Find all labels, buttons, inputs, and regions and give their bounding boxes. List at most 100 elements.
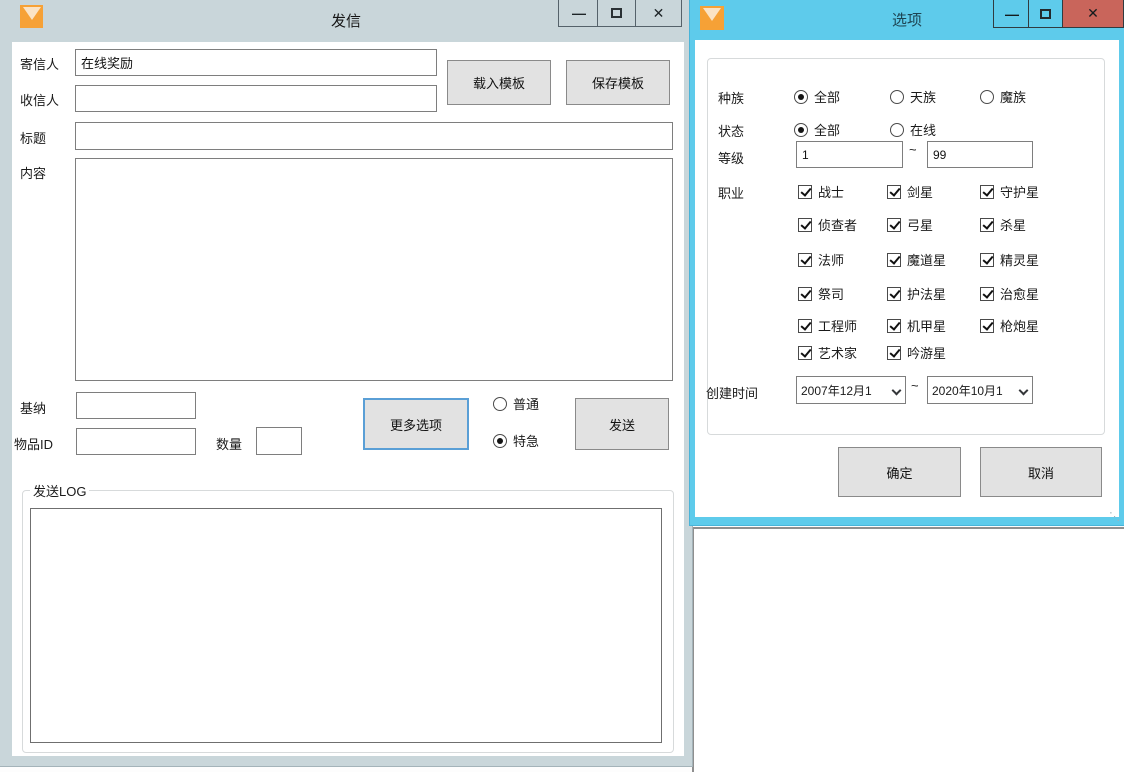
more-options-button[interactable]: 更多选项 [363,398,469,450]
content-label: 内容 [20,163,46,182]
radio-selected-icon [493,434,507,448]
class-label: 魔道星 [907,250,946,269]
maximize-button[interactable] [598,0,636,26]
send-mail-window: 发信 — ✕ 寄信人 收信人 载入模板 保存模板 标题 内容 [0,0,692,766]
maximize-icon [611,8,622,18]
class-label: 杀星 [1000,215,1026,234]
quantity-label: 数量 [216,434,242,453]
class-checkbox-mage[interactable]: 法师 [798,250,844,269]
content-textarea[interactable] [75,158,673,381]
class-checkbox-scout[interactable]: 侦查者 [798,215,857,234]
maximize-icon [1040,9,1051,19]
kinah-label: 基纳 [20,398,46,417]
radio-selected-icon [794,90,808,104]
class-label: 法师 [818,250,844,269]
item-id-input[interactable] [76,428,196,455]
quantity-input[interactable] [256,427,302,455]
item-id-label: 物品ID [14,434,53,453]
level-max-input[interactable] [927,141,1033,168]
race-elyos-radio[interactable]: 天族 [890,87,936,106]
checkbox-checked-icon [887,346,901,360]
class-checkbox-bard[interactable]: 吟游星 [887,343,946,362]
save-template-button[interactable]: 保存模板 [566,60,670,105]
level-range-separator: ~ [909,142,917,157]
resize-grip[interactable]: ⋱ [1109,512,1120,523]
checkbox-checked-icon [798,319,812,333]
send-window-titlebar[interactable]: 发信 — ✕ [0,0,692,42]
minimize-icon: — [1005,9,1017,19]
class-label: 治愈星 [1000,284,1039,303]
checkbox-checked-icon [798,185,812,199]
send-log-textarea[interactable] [30,508,662,743]
race-all-radio[interactable]: 全部 [794,87,840,106]
class-checkbox-assassin[interactable]: 杀星 [980,215,1026,234]
filters-groupbox [707,58,1105,435]
race-label: 种族 [718,88,744,107]
priority-normal-radio[interactable]: 普通 [493,394,539,413]
race-asmodian-radio[interactable]: 魔族 [980,87,1026,106]
send-button[interactable]: 发送 [575,398,669,450]
close-button[interactable]: ✕ [636,0,681,26]
load-template-button[interactable]: 载入模板 [447,60,551,105]
priority-urgent-radio[interactable]: 特急 [493,431,539,450]
class-checkbox-cleric[interactable]: 治愈星 [980,284,1039,303]
class-checkbox-warrior[interactable]: 战士 [798,182,844,201]
radio-selected-icon [794,123,808,137]
class-checkbox-sorcerer[interactable]: 魔道星 [887,250,946,269]
checkbox-checked-icon [798,253,812,267]
subject-input[interactable] [75,122,673,150]
radio-unselected-icon [493,397,507,411]
created-from-datepicker[interactable]: 2007年12月1 [796,376,906,404]
minimize-button[interactable]: — [994,0,1029,27]
level-min-input[interactable] [796,141,903,168]
class-label: 祭司 [818,284,844,303]
checkbox-checked-icon [980,319,994,333]
created-from-value: 2007年12月1 [801,382,872,399]
ok-button[interactable]: 确定 [838,447,961,497]
sender-input[interactable] [75,49,437,76]
class-checkbox-ranger[interactable]: 弓星 [887,215,933,234]
class-checkbox-artist[interactable]: 艺术家 [798,343,857,362]
options-window-titlebar[interactable]: 选项 — ✕ [690,0,1124,40]
recipient-input[interactable] [75,85,437,112]
minimize-icon: — [572,8,584,18]
class-checkbox-priest[interactable]: 祭司 [798,284,844,303]
desktop: 发信 — ✕ 寄信人 收信人 载入模板 保存模板 标题 内容 [0,0,1124,772]
checkbox-checked-icon [887,218,901,232]
cancel-button[interactable]: 取消 [980,447,1102,497]
class-checkbox-gladiator[interactable]: 剑星 [887,182,933,201]
kinah-input[interactable] [76,392,196,419]
options-window: 选项 — ✕ 种族 全部 天族 [690,0,1124,525]
class-label: 枪炮星 [1000,316,1039,335]
checkbox-checked-icon [980,253,994,267]
checkbox-checked-icon [798,287,812,301]
class-checkbox-rider[interactable]: 机甲星 [887,316,946,335]
checkbox-checked-icon [887,185,901,199]
class-label: 侦查者 [818,215,857,234]
status-all-radio[interactable]: 全部 [794,120,840,139]
class-checkbox-gunner[interactable]: 枪炮星 [980,316,1039,335]
radio-unselected-icon [980,90,994,104]
class-label: 守护星 [1000,182,1039,201]
checkbox-checked-icon [980,287,994,301]
class-checkbox-engineer[interactable]: 工程师 [798,316,857,335]
maximize-button[interactable] [1029,0,1063,27]
subject-label: 标题 [20,128,46,147]
class-checkbox-spiritmaster[interactable]: 精灵星 [980,250,1039,269]
race-all-label: 全部 [814,87,840,106]
status-online-radio[interactable]: 在线 [890,120,936,139]
minimize-button[interactable]: — [559,0,598,26]
checkbox-checked-icon [887,319,901,333]
class-checkbox-templar[interactable]: 守护星 [980,182,1039,201]
class-label: 弓星 [907,215,933,234]
send-window-controls: — ✕ [558,0,682,27]
checkbox-checked-icon [887,253,901,267]
created-to-datepicker[interactable]: 2020年10月1 [927,376,1033,404]
class-checkbox-chanter[interactable]: 护法星 [887,284,946,303]
close-icon: ✕ [1087,5,1099,22]
created-time-label: 创建时间 [706,383,758,402]
created-to-value: 2020年10月1 [932,382,1003,399]
recipient-label: 收信人 [20,90,59,109]
checkbox-checked-icon [798,346,812,360]
close-button[interactable]: ✕ [1063,0,1123,27]
